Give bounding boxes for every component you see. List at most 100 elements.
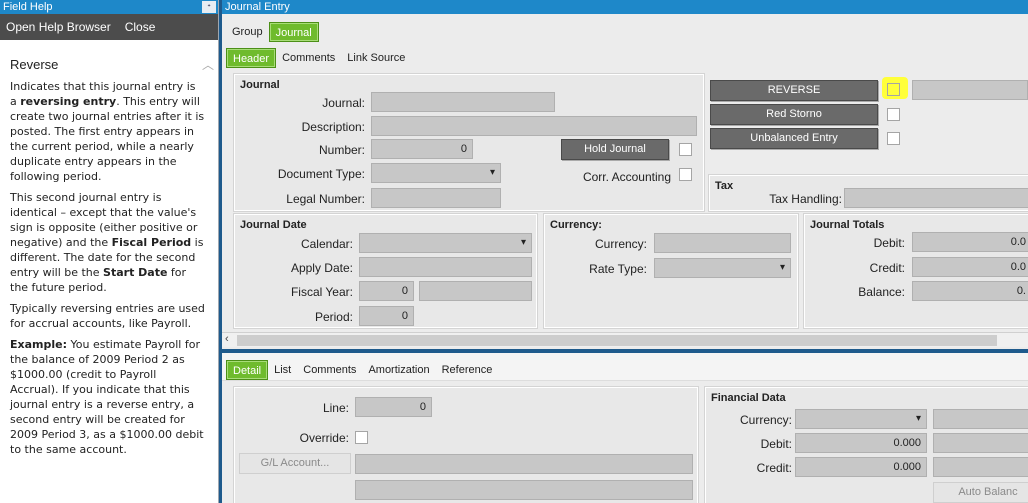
totals-credit-field[interactable]: 0.0 bbox=[912, 257, 1028, 277]
description-field[interactable] bbox=[371, 116, 697, 136]
tab-detail-comments[interactable]: Comments bbox=[297, 360, 362, 380]
tab-header[interactable]: Header bbox=[226, 48, 277, 68]
line-field[interactable]: 0 bbox=[355, 397, 432, 417]
currency-panel: Currency: Currency: Rate Type: bbox=[544, 214, 798, 328]
description-label: Description: bbox=[301, 120, 365, 134]
tax-handling-field[interactable] bbox=[844, 188, 1028, 208]
fin-currency-dropdown[interactable] bbox=[795, 409, 927, 429]
fin-currency-label: Currency: bbox=[739, 413, 792, 427]
fiscal-year-label: Fiscal Year: bbox=[290, 285, 353, 299]
header-tabs: Header Comments Link Source bbox=[222, 42, 1028, 68]
calendar-dropdown[interactable] bbox=[359, 233, 532, 253]
detail-panel: Line: 0 Override: G/L Account... bbox=[234, 387, 698, 503]
red-storno-checkbox[interactable] bbox=[887, 108, 900, 121]
financial-data-section-title: Financial Data bbox=[711, 392, 786, 404]
corr-accounting-label: Corr. Accounting bbox=[582, 170, 671, 184]
reverse-field[interactable] bbox=[912, 80, 1028, 100]
currency-field[interactable] bbox=[654, 233, 791, 253]
top-tabs: Group Journal bbox=[222, 14, 1028, 42]
journal-totals-panel: Journal Totals Debit: 0.0 Credit: 0.0 Ba… bbox=[804, 214, 1028, 328]
totals-credit-label: Credit: bbox=[869, 261, 905, 275]
journal-entry-title: Journal Entry bbox=[225, 1, 290, 13]
gl-account-description-field[interactable] bbox=[355, 480, 693, 500]
help-paragraph-1: Indicates that this journal entry is a r… bbox=[10, 79, 205, 184]
journal-totals-section-title: Journal Totals bbox=[810, 219, 885, 231]
horizontal-scrollbar[interactable]: ‹ bbox=[222, 332, 1028, 347]
tab-comments[interactable]: Comments bbox=[276, 48, 341, 68]
journal-field[interactable] bbox=[371, 92, 555, 112]
currency-label: Currency: bbox=[594, 237, 647, 251]
help-text: You estimate Payroll for the balance of … bbox=[10, 338, 204, 456]
document-type-label: Document Type: bbox=[277, 167, 365, 181]
chevron-left-icon[interactable]: ‹ bbox=[225, 333, 229, 345]
fiscal-year-field[interactable]: 0 bbox=[359, 281, 414, 301]
tab-link-source[interactable]: Link Source bbox=[341, 48, 411, 68]
document-type-dropdown[interactable] bbox=[371, 163, 501, 183]
override-label: Override: bbox=[299, 431, 349, 445]
fin-debit-extra-field[interactable] bbox=[933, 433, 1028, 453]
fin-credit-field[interactable]: 0.000 bbox=[795, 457, 927, 477]
auto-balance-button[interactable]: Auto Balanc bbox=[933, 482, 1028, 503]
journal-section-title: Journal bbox=[240, 79, 280, 91]
hold-journal-button[interactable]: Hold Journal bbox=[561, 139, 669, 160]
period-label: Period: bbox=[314, 310, 353, 324]
help-bold-text: reversing entry bbox=[20, 95, 117, 108]
currency-section-title: Currency: bbox=[550, 219, 602, 231]
journal-entry-window: Journal Entry Group Journal Header Comme… bbox=[222, 0, 1028, 503]
unbalanced-entry-checkbox[interactable] bbox=[887, 132, 900, 145]
fiscal-year-suffix-field[interactable] bbox=[419, 281, 532, 301]
tab-group[interactable]: Group bbox=[226, 22, 269, 42]
number-label: Number: bbox=[318, 143, 365, 157]
journal-panel: Journal Journal: Description: Number: 0 … bbox=[234, 74, 704, 211]
legal-number-field[interactable] bbox=[371, 188, 501, 208]
fin-credit-extra-field[interactable] bbox=[933, 457, 1028, 477]
reverse-checkbox[interactable] bbox=[887, 83, 900, 96]
help-text: . This entry will create two journal ent… bbox=[10, 95, 205, 183]
unbalanced-entry-button[interactable]: Unbalanced Entry bbox=[710, 128, 878, 149]
tab-detail[interactable]: Detail bbox=[226, 360, 269, 380]
journal-date-section-title: Journal Date bbox=[240, 219, 307, 231]
totals-balance-field[interactable]: 0. bbox=[912, 281, 1028, 301]
field-help-toolbar: Open Help Browser Close bbox=[0, 14, 218, 40]
apply-date-field[interactable] bbox=[359, 257, 532, 277]
tab-journal[interactable]: Journal bbox=[268, 22, 319, 42]
red-storno-button[interactable]: Red Storno bbox=[710, 104, 878, 125]
reverse-button[interactable]: REVERSE bbox=[710, 80, 878, 101]
hold-journal-checkbox[interactable] bbox=[679, 143, 692, 156]
journal-entry-titlebar: Journal Entry bbox=[222, 0, 1028, 14]
calendar-label: Calendar: bbox=[300, 237, 353, 251]
pin-icon[interactable]: ᐩ bbox=[202, 1, 216, 13]
tab-amortization[interactable]: Amortization bbox=[362, 360, 435, 380]
number-field[interactable]: 0 bbox=[371, 139, 473, 159]
help-paragraph-2: This second journal entry is identical –… bbox=[10, 190, 205, 295]
field-help-panel: Field Help ᐩ Open Help Browser Close ︿ R… bbox=[0, 0, 219, 503]
tax-panel: Tax Tax Handling: bbox=[709, 175, 1028, 211]
rate-type-dropdown[interactable] bbox=[654, 258, 791, 278]
tab-list[interactable]: List bbox=[268, 360, 297, 380]
period-field[interactable]: 0 bbox=[359, 306, 414, 326]
gl-account-field[interactable] bbox=[355, 454, 693, 474]
totals-debit-field[interactable]: 0.0 bbox=[912, 232, 1028, 252]
gl-account-button[interactable]: G/L Account... bbox=[239, 453, 351, 474]
field-help-titlebar: Field Help ᐩ bbox=[0, 0, 218, 14]
fin-credit-label: Credit: bbox=[756, 461, 792, 475]
corr-accounting-checkbox[interactable] bbox=[679, 168, 692, 181]
close-help-button[interactable]: Close bbox=[119, 20, 156, 34]
override-checkbox[interactable] bbox=[355, 431, 368, 444]
tax-handling-label: Tax Handling: bbox=[769, 192, 842, 206]
totals-debit-label: Debit: bbox=[873, 236, 905, 250]
apply-date-label: Apply Date: bbox=[290, 261, 353, 275]
help-heading: Reverse bbox=[10, 57, 59, 72]
field-help-content: Reverse Indicates that this journal entr… bbox=[0, 40, 218, 503]
help-paragraph-3: Typically reversing entries are used for… bbox=[10, 302, 205, 330]
tax-section-title: Tax bbox=[715, 180, 734, 192]
scrollbar-thumb[interactable] bbox=[237, 335, 997, 346]
help-bold-text: Example: bbox=[10, 338, 67, 351]
legal-number-label: Legal Number: bbox=[286, 192, 365, 206]
tab-reference[interactable]: Reference bbox=[436, 360, 499, 380]
open-help-browser-button[interactable]: Open Help Browser bbox=[0, 20, 111, 34]
field-help-title: Field Help bbox=[3, 1, 53, 13]
line-label: Line: bbox=[322, 401, 349, 415]
fin-debit-field[interactable]: 0.000 bbox=[795, 433, 927, 453]
fin-currency-rate-field[interactable] bbox=[933, 409, 1028, 429]
